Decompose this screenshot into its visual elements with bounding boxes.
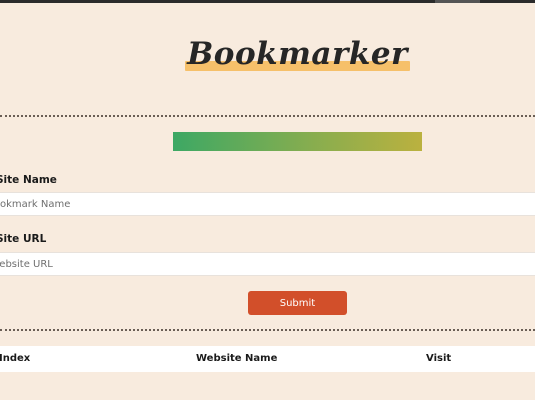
column-header-index: Index [0,353,31,364]
column-header-website-name: Website Name [196,353,278,364]
app-logo: Bookmarker [185,34,410,74]
site-name-input[interactable] [0,192,535,216]
bookmarks-table-header: Index Website Name Visit [0,346,535,372]
site-url-input[interactable] [0,252,535,276]
header: Bookmarker [0,34,535,74]
column-header-visit: Visit [426,353,452,364]
browser-top-bar [0,0,535,3]
site-name-label: Site Name [0,174,57,186]
app-title: Bookmarker [187,36,408,72]
divider-bottom [0,329,535,331]
scroll-indicator [435,0,480,3]
divider-top [0,115,535,117]
submit-button[interactable]: Submit [248,291,347,315]
gradient-banner [173,132,422,151]
site-url-label: Site URL [0,233,47,245]
